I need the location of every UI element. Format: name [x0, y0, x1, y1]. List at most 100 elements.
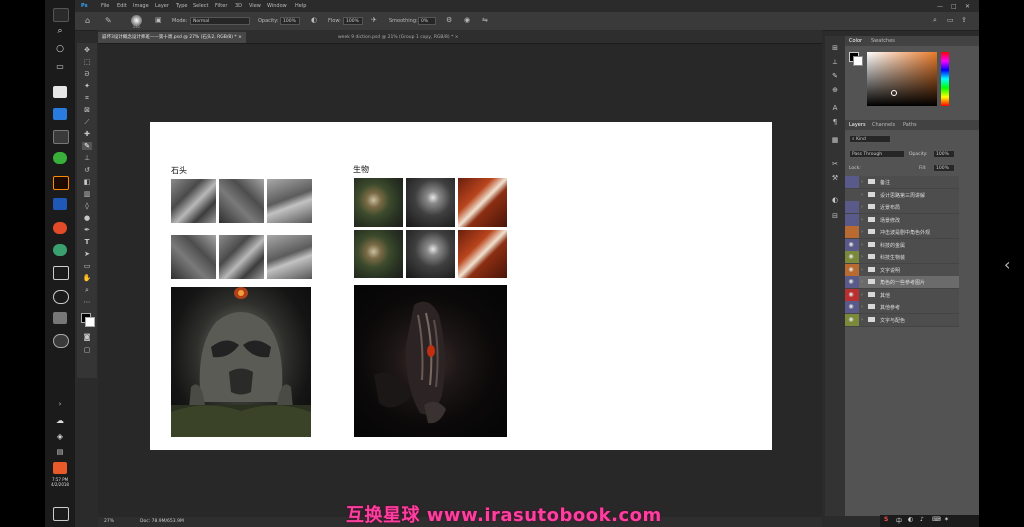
group-expand-icon[interactable]: › — [861, 229, 863, 235]
paragraph-panel-icon[interactable]: ¶ — [830, 118, 840, 126]
visibility-eye-icon[interactable]: ◉ — [845, 276, 857, 288]
tab-channels[interactable]: Channels — [872, 122, 895, 128]
tab-swatches[interactable]: Swatches — [871, 38, 895, 44]
dropbox-tray-icon[interactable]: ◈ — [53, 432, 67, 444]
share-icon[interactable]: ⇪ — [961, 16, 967, 24]
settings-tray-icon[interactable]: ✶ — [944, 516, 949, 523]
keyboard-icon[interactable]: ⌨ — [932, 516, 941, 523]
group-expand-icon[interactable]: › — [861, 179, 863, 185]
doc-tab-2[interactable]: week 9 diction.psd @ 21% (Group 1 copy, … — [334, 32, 463, 43]
sogou-ime-icon[interactable]: S — [884, 516, 888, 523]
visibility-eye-icon[interactable] — [845, 176, 857, 188]
styles-panel-icon[interactable]: ⊟ — [830, 212, 840, 220]
cortana-icon[interactable]: ○ — [53, 44, 67, 56]
pressure-size-icon[interactable]: ◉ — [464, 16, 470, 24]
adjustments-icon[interactable]: ◐ — [830, 196, 840, 204]
visibility-eye-icon[interactable] — [845, 214, 857, 226]
layer-row[interactable]: ◉ › 其他参考 — [845, 301, 959, 314]
menu-select[interactable]: Select — [193, 3, 208, 9]
background-color-swatch[interactable] — [85, 317, 95, 327]
visibility-eye-icon[interactable]: ◉ — [845, 251, 857, 263]
layer-row[interactable]: ◉ › 其他 — [845, 288, 959, 302]
menu-layer[interactable]: Layer — [155, 3, 169, 9]
visibility-eye-icon[interactable] — [845, 201, 857, 213]
search-icon[interactable]: ⌕ — [53, 26, 67, 38]
input-mode-icon[interactable]: 中 — [896, 516, 902, 525]
group-expand-icon[interactable]: › — [861, 192, 863, 198]
tab-paths[interactable]: Paths — [903, 122, 917, 128]
menu-edit[interactable]: Edit — [117, 3, 127, 9]
marquee-tool-icon[interactable]: ⬚ — [82, 58, 92, 66]
menu-type[interactable]: Type — [176, 3, 187, 9]
group-expand-icon[interactable]: › — [861, 242, 863, 248]
crop-tool-icon[interactable]: ⌗ — [82, 94, 92, 102]
maximize-icon[interactable]: □ — [951, 3, 957, 10]
menu-help[interactable]: Help — [295, 3, 306, 9]
punctuation-icon[interactable]: ◐ — [908, 516, 913, 523]
visibility-eye-icon[interactable] — [845, 226, 857, 238]
microphone-icon[interactable]: ♪ — [920, 516, 924, 523]
group-expand-icon[interactable]: › — [861, 304, 863, 310]
visibility-eye-icon[interactable] — [845, 189, 857, 201]
menu-file[interactable]: File — [101, 3, 109, 9]
lasso-tool-icon[interactable]: ᘐ — [82, 70, 92, 78]
menu-app-logo[interactable]: Ps — [81, 3, 88, 9]
healing-tool-icon[interactable]: ✚ — [82, 130, 92, 138]
minimize-icon[interactable]: — — [937, 3, 943, 10]
quick-select-tool-icon[interactable]: ✦ — [82, 82, 92, 90]
pen-tool-icon[interactable]: ✒ — [82, 226, 92, 234]
home-icon[interactable]: ⌂ — [85, 16, 90, 25]
menu-3d[interactable]: 3D — [235, 3, 242, 9]
more-tools-icon[interactable]: ⋯ — [82, 298, 92, 306]
fill-input[interactable]: 100% — [933, 164, 955, 172]
layer-row[interactable]: ◉ › 科技的金属 — [845, 238, 959, 252]
move-tool-icon[interactable]: ✥ — [82, 46, 92, 54]
brush-settings-icon[interactable]: ✎ — [830, 72, 840, 80]
opacity-input[interactable]: 100% — [280, 17, 300, 25]
group-expand-icon[interactable]: › — [861, 279, 863, 285]
color-picker-cursor[interactable] — [891, 90, 897, 96]
windows-start-icon[interactable] — [53, 8, 69, 22]
app-blue-icon[interactable] — [53, 198, 67, 210]
tab-layers[interactable]: Layers — [849, 122, 866, 128]
menu-filter[interactable]: Filter — [215, 3, 227, 9]
menu-image[interactable]: Image — [133, 3, 149, 9]
stamp-tool-icon[interactable]: ⊥ — [82, 154, 92, 162]
app-green-icon[interactable] — [53, 244, 67, 256]
visibility-eye-icon[interactable]: ◉ — [845, 301, 857, 313]
type-tool-icon[interactable]: T — [82, 238, 92, 246]
actions-panel-icon[interactable]: ✂ — [830, 160, 840, 168]
screen-mode-icon[interactable]: ▢ — [82, 346, 92, 354]
frame-tool-icon[interactable]: ⊠ — [82, 106, 92, 114]
zoom-level[interactable]: 27% — [104, 519, 114, 524]
layer-row[interactable]: ◉ › 文字与配色 — [845, 313, 959, 327]
airbrush-icon[interactable]: ✈ — [371, 16, 377, 24]
menu-view[interactable]: View — [249, 3, 261, 9]
hand-tool-icon[interactable]: ✋ — [82, 274, 92, 282]
app-grey-icon[interactable] — [53, 312, 67, 324]
character-panel-icon[interactable]: A — [830, 104, 840, 112]
close-tab-icon[interactable]: × — [455, 35, 459, 40]
gear-icon[interactable]: ⚙ — [446, 16, 452, 24]
group-expand-icon[interactable]: › — [861, 292, 863, 298]
doc-tab-active[interactable]: 崩坏3设计概念设计师班——第十周.psd @ 27% (石头2, RGB/8) … — [98, 32, 246, 43]
search-icon[interactable]: ⌕ — [933, 16, 937, 25]
cloud-icon[interactable]: ☁ — [53, 416, 67, 428]
app-icon[interactable] — [53, 130, 69, 144]
pressure-opacity-icon[interactable]: ◐ — [311, 16, 317, 24]
illustrator-icon[interactable] — [53, 176, 69, 190]
layer-row[interactable]: › 近景布局 — [845, 201, 959, 214]
shape-tool-icon[interactable]: ▭ — [82, 262, 92, 270]
dropbox-icon[interactable] — [53, 108, 67, 120]
group-expand-icon[interactable]: › — [861, 217, 863, 223]
layer-row[interactable]: ◉ › 角色的一些参考图片 — [845, 276, 959, 289]
layer-row[interactable]: › 设计思路第三周讲解 — [845, 188, 959, 202]
zoom-tool-icon[interactable]: ⌕ — [82, 286, 92, 294]
eyedropper-tool-icon[interactable]: ⟋ — [82, 118, 92, 126]
history-brush-icon[interactable]: ↺ — [82, 166, 92, 174]
blend-mode-select[interactable]: Pass Through — [849, 150, 905, 158]
channels-icon[interactable]: ▦ — [830, 136, 840, 144]
task-view-icon[interactable]: ▭ — [53, 62, 67, 74]
brush-panel-icon[interactable]: ▣ — [155, 16, 162, 24]
layer-opacity-input[interactable]: 100% — [933, 150, 955, 158]
